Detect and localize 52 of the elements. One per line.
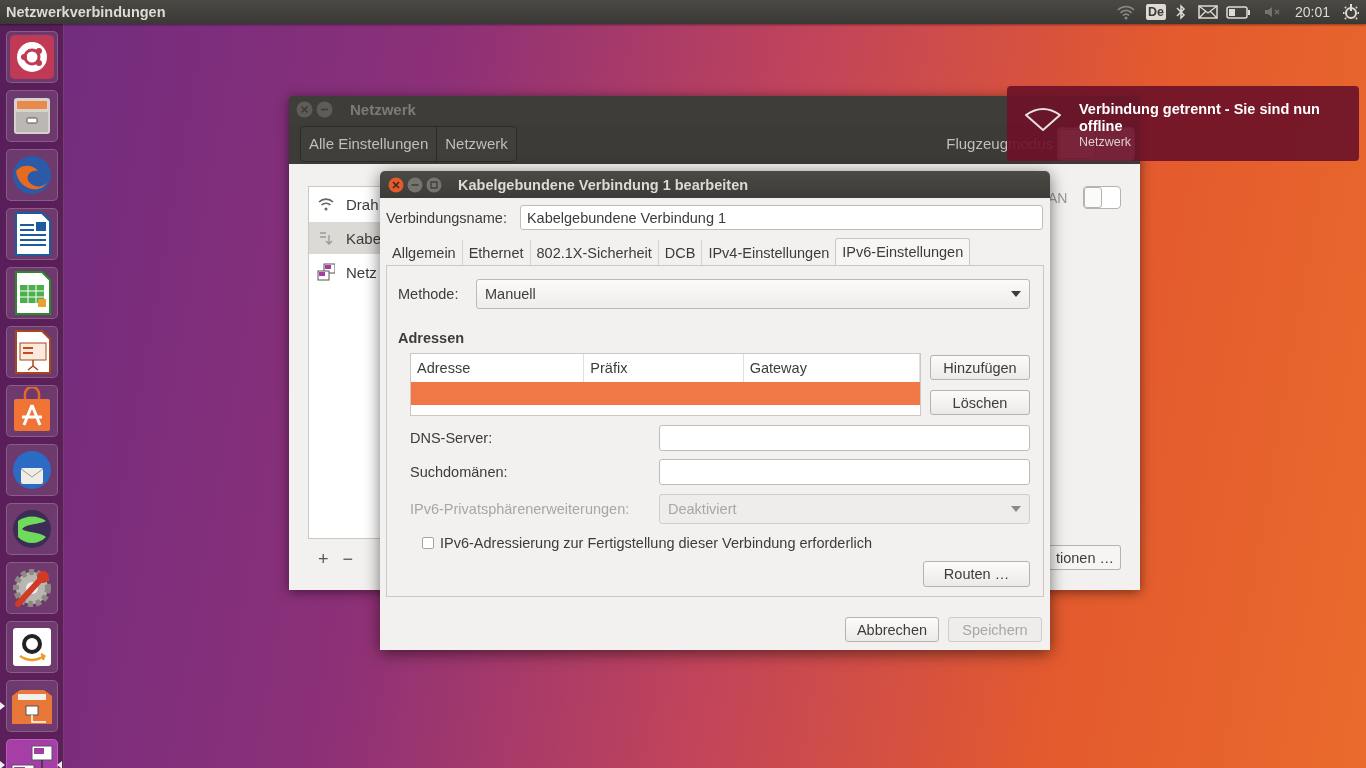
envelope-icon[interactable] [1197,5,1218,19]
checkbox-label: IPv6-Adressierung zur Fertigstellung dieser Verbindung erforderlich [440,535,872,551]
breadcrumb-button[interactable]: Netzwerk [436,126,516,161]
device-label: Drah [346,195,379,213]
remove-button[interactable]: − [342,549,354,570]
cancel-button[interactable]: Abbrechen [845,617,939,642]
wifi-icon [317,195,335,213]
device-label: Netz [346,263,377,281]
field-label: Methode: [398,286,459,302]
field-label: DNS-Server: [410,430,494,446]
wired-arrows-icon [317,229,335,247]
add-button[interactable]: + [318,549,329,570]
power-gear-icon[interactable] [1342,3,1360,21]
breadcrumb-button[interactable]: Alle Einstellungen [301,126,437,161]
battery-icon[interactable] [1225,5,1251,19]
field-label: IPv6-Privatsphärenerweiterungen: [410,500,631,517]
field-label: Suchdomänen: [410,464,509,480]
routes-button[interactable]: Routen … [923,561,1030,587]
tab[interactable]: IPv6-Einstellungen [835,238,971,265]
dialog-title: Kabelgebundene Verbindung 1 bearbeiten [458,176,749,193]
add-button[interactable]: Hinzufügen [930,355,1030,380]
toggle-switch[interactable] [1083,186,1121,209]
section-heading: Adressen [398,330,466,348]
device-item[interactable]: Kabe [309,222,380,254]
search-domains-field[interactable] [659,459,1030,485]
device-label: Kabe [346,229,382,247]
dropdown-caret-icon [1011,291,1021,297]
method-dropdown[interactable]: Manuell [476,279,1030,309]
device-item[interactable]: Drah [309,188,380,220]
dns-server-field[interactable] [659,425,1030,451]
notification-title: Verbindung getrennt - Sie sind nun offline [1079,101,1321,135]
keyboard-layout-indicator[interactable]: De [1145,4,1166,20]
network-monitors-icon [317,263,335,281]
window-title: Netzwerkverbindungen [5,4,166,20]
wifi-icon[interactable] [1115,4,1136,20]
clock[interactable]: 20:01 [1294,4,1330,20]
wifi-outline-icon [1024,106,1062,132]
field-label: Verbindungsname: [386,209,507,226]
tab[interactable]: 802.1X-Sicherheit [530,240,659,265]
delete-button[interactable]: Löschen [930,390,1030,415]
window-title: Netzwerk [350,101,416,119]
device-item[interactable]: Netz [309,256,380,288]
tab[interactable]: Ethernet [462,240,531,265]
close-icon[interactable] [388,176,404,193]
checkbox[interactable] [422,537,434,549]
options-button[interactable]: tionen … [1050,545,1121,570]
connection-name-field[interactable]: Kabelgebundene Verbindung 1 [519,205,1043,230]
bluetooth-icon[interactable] [1175,4,1186,20]
dropdown-caret-icon [1011,506,1021,512]
notification-source: Netzwerk [1079,135,1133,150]
tab[interactable]: Allgemein [386,240,463,265]
tab[interactable]: DCB [658,240,703,265]
